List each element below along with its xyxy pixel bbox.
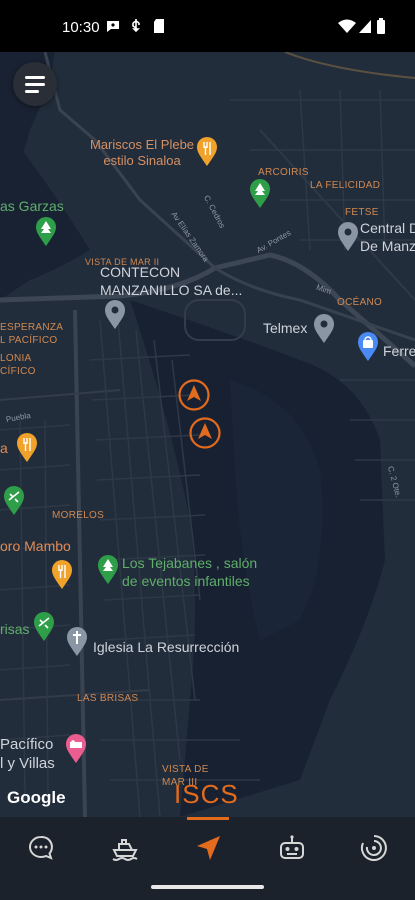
navigation-arrow-icon	[197, 836, 220, 860]
active-tab-indicator	[187, 817, 229, 820]
notification-chat-icon	[107, 21, 119, 32]
poi-brisas-label[interactable]: risas	[0, 621, 30, 639]
iscs-logo: ISCS	[174, 779, 239, 809]
poi-tejabanes-label[interactable]: Los Tejabanes , salón de eventos infanti…	[122, 555, 257, 590]
tab-chat[interactable]	[11, 817, 71, 879]
poi-bro-mambo-label[interactable]: oro Mambo	[0, 538, 71, 556]
area-colonia: LONIA CÍFICO	[0, 353, 36, 377]
map-view[interactable]: Mariscos El Plebe estilo Sinaloa as Garz…	[0, 52, 415, 817]
recreation-pin-icon[interactable]	[3, 486, 25, 516]
area-morelos: MORELOS	[52, 510, 105, 521]
poi-pacifico-label[interactable]: Pacífico l y Villas	[0, 736, 55, 774]
recreation-pin-icon[interactable]	[33, 612, 55, 642]
park-pin-icon[interactable]	[249, 179, 271, 209]
ship-icon	[112, 839, 138, 861]
tab-ship[interactable]	[95, 817, 155, 879]
sd-card-icon	[154, 19, 164, 33]
google-attribution: Google	[7, 788, 66, 807]
park-pin-icon[interactable]	[35, 217, 57, 247]
poi-garzas-label[interactable]: as Garzas	[0, 198, 64, 216]
bottom-tab-bar	[0, 817, 415, 879]
area-arcoiris: ARCOIRIS	[258, 167, 309, 178]
vessel-marker-icon[interactable]	[177, 378, 211, 412]
tab-loading[interactable]	[344, 817, 404, 879]
place-pin-icon[interactable]	[104, 300, 126, 330]
poi-ferre-label[interactable]: Ferre	[383, 343, 415, 361]
hotel-pin-icon[interactable]	[65, 734, 87, 764]
tab-robot[interactable]	[262, 817, 322, 879]
place-pin-icon[interactable]	[313, 314, 335, 344]
church-pin-icon[interactable]	[66, 627, 88, 657]
battery-icon	[377, 18, 385, 34]
area-vista-mar-ii: VISTA DE MAR II	[85, 257, 160, 267]
signal-icon	[359, 20, 371, 33]
park-pin-icon[interactable]	[97, 555, 119, 585]
area-oceano: OCÉANO	[337, 297, 383, 308]
area-fetse: FETSE	[345, 207, 379, 218]
poi-restaurant-left-label[interactable]: a	[0, 440, 8, 458]
usb-icon	[132, 19, 140, 33]
system-navigation-bar	[0, 879, 415, 900]
shopping-pin-icon[interactable]	[357, 332, 379, 362]
poi-contecon-label[interactable]: CONTECON MANZANILLO SA de...	[100, 264, 242, 299]
poi-mariscos-label[interactable]: Mariscos El Plebe estilo Sinaloa	[90, 137, 194, 170]
area-esperanza: ESPERANZA L PACÍFICO	[0, 322, 64, 346]
spinner-icon	[360, 835, 387, 861]
vessel-marker-icon[interactable]	[188, 416, 222, 450]
menu-button[interactable]	[13, 62, 57, 106]
status-time: 10:30	[62, 19, 100, 36]
robot-icon	[280, 835, 304, 859]
poi-iglesia-label[interactable]: Iglesia La Resurrección	[93, 639, 239, 657]
hamburger-icon	[25, 83, 45, 86]
poi-telmex-label[interactable]: Telmex	[263, 320, 307, 338]
wifi-icon	[338, 19, 356, 33]
chat-bubble-icon	[29, 835, 53, 860]
restaurant-pin-icon[interactable]	[51, 560, 73, 590]
restaurant-pin-icon[interactable]	[196, 137, 218, 167]
home-gesture-bar[interactable]	[151, 885, 264, 889]
place-pin-icon[interactable]	[337, 222, 359, 252]
hamburger-icon	[25, 76, 45, 79]
status-bar: 10:30	[0, 0, 415, 52]
area-las-brisas: LAS BRISAS	[77, 693, 139, 704]
tab-navigation[interactable]	[178, 817, 238, 879]
area-la-felicidad: LA FELICIDAD	[310, 180, 381, 191]
restaurant-pin-icon[interactable]	[16, 433, 38, 463]
hamburger-icon	[25, 90, 39, 93]
poi-central-label[interactable]: Central D De Manza	[360, 220, 415, 255]
